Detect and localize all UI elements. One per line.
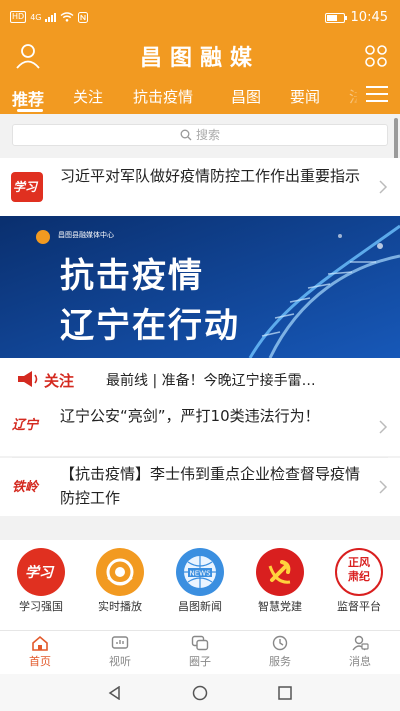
shortcut-party[interactable]: 智慧党建 xyxy=(245,548,315,614)
nav-service[interactable]: 服务 xyxy=(250,635,310,669)
liaoning-logo: 辽宁 xyxy=(12,414,44,442)
nav-label: 圈子 xyxy=(189,655,211,668)
app-header: 昌图融媒 xyxy=(0,38,400,74)
message-user-icon xyxy=(352,635,369,651)
shortcut-label: 智慧党建 xyxy=(258,600,302,613)
xuexi-icon: 学习 xyxy=(17,548,65,596)
header-area: HD 4G 10:45 昌图融媒 推荐 关注 抗击疫情 昌图 要闻 法 xyxy=(0,0,400,114)
focus-headline: 最前线 | 准备！今晚辽宁接手雷… xyxy=(106,373,316,389)
shortcut-label: 实时播放 xyxy=(98,600,142,613)
apps-grid-icon[interactable] xyxy=(364,44,388,68)
status-bar: HD 4G 10:45 xyxy=(0,0,400,38)
search-icon xyxy=(180,129,192,141)
focus-ticker[interactable]: 关注 最前线 | 准备！今晚辽宁接手雷… xyxy=(0,358,400,400)
xuexi-logo: 学习 xyxy=(11,172,43,202)
banner-brand-logo xyxy=(36,230,50,244)
chevron-right-icon xyxy=(379,480,388,494)
shortcut-label: 学习强国 xyxy=(19,600,63,613)
tab-headlines[interactable]: 要闻 xyxy=(290,86,320,107)
battery-icon xyxy=(324,12,347,23)
party-icon xyxy=(256,548,304,596)
supervise-icon: 正风肃纪 xyxy=(335,548,383,596)
nav-label: 视听 xyxy=(109,655,131,668)
hd-label: HD xyxy=(10,11,27,23)
clock-icon xyxy=(272,635,288,651)
status-left: HD 4G xyxy=(10,11,89,23)
live-icon xyxy=(96,548,144,596)
liaoning-logo-text: 辽宁 xyxy=(12,418,39,433)
svg-text:NEWS: NEWS xyxy=(189,570,211,578)
news-item[interactable]: 辽宁 辽宁公安“亮剑”，严打10类违法行为！ xyxy=(0,400,400,456)
chat-icon xyxy=(191,635,209,651)
supervise-icon-text: 正风肃纪 xyxy=(348,556,370,583)
recents-icon[interactable] xyxy=(278,686,292,700)
chevron-right-icon xyxy=(379,420,388,434)
status-time: 10:45 xyxy=(350,10,388,25)
nav-home[interactable]: 首页 xyxy=(10,635,70,669)
news-icon: NEWS xyxy=(176,548,224,596)
tieling-logo-text: 铁岭 xyxy=(12,480,39,495)
shortcut-supervise[interactable]: 正风肃纪 监督平台 xyxy=(324,548,394,614)
tv-icon xyxy=(111,636,129,649)
system-nav-bar xyxy=(0,674,400,711)
nav-label: 消息 xyxy=(349,655,371,668)
banner-brand: 昌图县融媒体中心 xyxy=(58,231,114,239)
chevron-right-icon xyxy=(379,180,388,194)
xuexi-logo-text: 学习 xyxy=(13,180,38,194)
app-title: 昌图融媒 xyxy=(139,45,260,71)
network-label: 4G xyxy=(30,12,42,22)
tab-recommend[interactable]: 推荐 xyxy=(12,86,44,110)
back-icon[interactable] xyxy=(108,686,122,700)
tab-follow[interactable]: 关注 xyxy=(73,86,103,107)
tab-changtu[interactable]: 昌图 xyxy=(231,86,261,107)
nav-circle[interactable]: 圈子 xyxy=(170,635,230,669)
news-item[interactable]: 学习 习近平对军队做好疫情防控工作作出重要指示 xyxy=(0,158,400,216)
wifi-icon xyxy=(61,12,74,22)
shortcut-news[interactable]: NEWS 昌图新闻 xyxy=(165,548,235,614)
tab-fight-epidemic[interactable]: 抗击疫情 xyxy=(133,86,193,107)
shortcut-live[interactable]: 实时播放 xyxy=(85,548,155,614)
bottom-nav: 首页 视听 圈子 服务 消息 xyxy=(0,630,400,674)
search-placeholder: 搜索 xyxy=(195,128,220,142)
shortcut-xuexi[interactable]: 学习 学习强国 xyxy=(6,548,76,614)
nav-label: 首页 xyxy=(29,655,51,668)
nav-messages[interactable]: 消息 xyxy=(330,635,390,669)
nfc-icon xyxy=(78,11,89,23)
focus-label: 关注 xyxy=(44,372,75,390)
shortcut-grid: 学习 学习强国 实时播放 NEWS 昌图新闻 智慧党建 正风肃纪 监督平台 xyxy=(0,540,400,632)
megaphone-icon xyxy=(18,371,38,387)
tieling-logo: 铁岭 xyxy=(12,476,44,504)
search-input[interactable]: 搜索 xyxy=(12,124,388,146)
signal-icon xyxy=(45,12,57,22)
nav-label: 服务 xyxy=(269,655,291,668)
channel-tabs: 推荐 关注 抗击疫情 昌图 要闻 法 xyxy=(0,80,400,114)
news-title: 【抗击疫情】李士伟到重点企业检查督导疫情防控工作 xyxy=(60,465,361,507)
home-icon xyxy=(32,635,48,651)
tab-fade xyxy=(340,80,360,114)
banner-line-2: 辽宁在行动 xyxy=(60,306,240,346)
nav-media[interactable]: 视听 xyxy=(90,635,150,669)
news-title: 习近平对军队做好疫情防控工作作出重要指示 xyxy=(60,167,361,185)
news-item[interactable]: 铁岭 【抗击疫情】李士伟到重点企业检查督导疫情防控工作 xyxy=(0,458,400,516)
news-title: 辽宁公安“亮剑”，严打10类违法行为！ xyxy=(60,407,320,425)
banner-line-1: 抗击疫情 xyxy=(60,256,204,296)
banner-image[interactable]: 昌图县融媒体中心 抗击疫情 辽宁在行动 xyxy=(0,216,400,358)
shortcut-label: 昌图新闻 xyxy=(178,600,222,613)
shortcut-label: 监督平台 xyxy=(337,600,381,613)
status-right: 10:45 xyxy=(324,10,388,25)
app-screen: HD 4G 10:45 昌图融媒 推荐 关注 抗击疫情 昌图 要闻 法 xyxy=(0,0,400,711)
scrollbar[interactable] xyxy=(394,118,398,162)
menu-icon[interactable] xyxy=(366,86,388,106)
tab-indicator xyxy=(17,109,43,112)
search-area: 搜索 xyxy=(0,114,400,156)
xuexi-icon-text: 学习 xyxy=(25,565,53,581)
home-circle-icon[interactable] xyxy=(192,685,208,701)
